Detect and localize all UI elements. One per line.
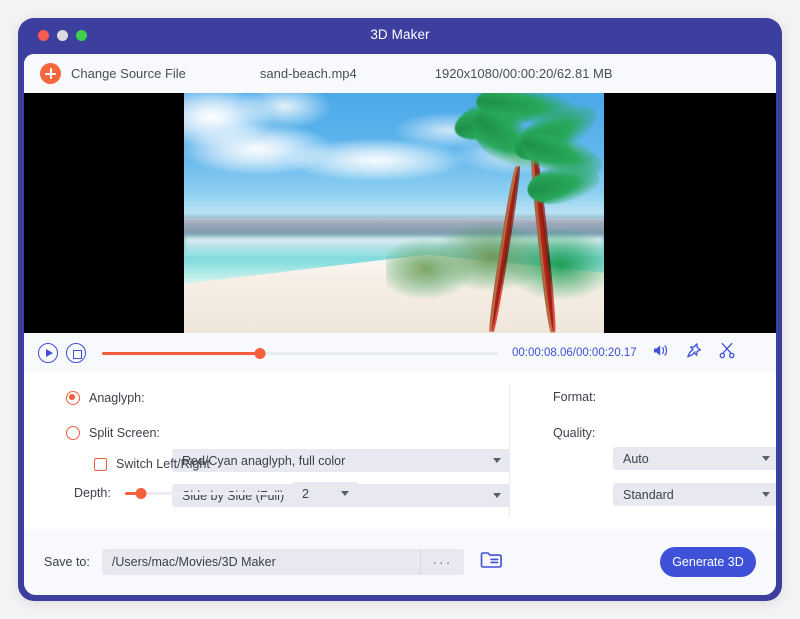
format-select[interactable]: Auto — [613, 447, 776, 470]
play-circle-icon[interactable] — [38, 343, 58, 363]
depth-select[interactable]: 2 — [292, 482, 358, 505]
anaglyph-row: Anaglyph: — [66, 391, 145, 405]
time-display: 00:00:08.06/00:00:20.17 — [512, 347, 637, 359]
player-controls: 00:00:08.06/00:00:20.17 — [24, 333, 776, 373]
source-file-meta: 1920x1080/00:00:20/62.81 MB — [434, 66, 613, 81]
volume-icon[interactable] — [653, 343, 670, 363]
window-body: Change Source File sand-beach.mp4 1920x1… — [24, 54, 776, 595]
settings-panel: Anaglyph: Red/Cyan anaglyph, full color … — [24, 373, 776, 529]
depth-row: Depth: — [74, 486, 291, 500]
seek-fill — [102, 352, 261, 355]
plus-circle-icon[interactable] — [40, 63, 61, 84]
depth-slider[interactable] — [124, 487, 291, 499]
video-frame — [184, 93, 604, 333]
stop-circle-icon[interactable] — [66, 343, 86, 363]
source-file-name: sand-beach.mp4 — [259, 66, 357, 81]
seek-thumb[interactable] — [254, 348, 266, 359]
depth-track — [124, 492, 291, 495]
bottom-bar: Save to: /Users/mac/Movies/3D Maker ··· … — [24, 529, 776, 595]
chevron-down-icon — [493, 458, 501, 463]
window-title: 3D Maker — [370, 27, 430, 42]
switch-lr-row: Switch Left/Right — [94, 457, 210, 471]
quality-value: Standard — [623, 487, 674, 502]
scissors-icon[interactable] — [719, 342, 735, 364]
quality-row: Quality: — [553, 426, 595, 440]
anaglyph-select[interactable]: Red/Cyan anaglyph, full color — [172, 449, 510, 472]
chevron-down-icon — [341, 491, 349, 496]
folder-icon[interactable] — [480, 550, 502, 574]
browse-button[interactable]: ··· — [419, 549, 464, 575]
source-bar: Change Source File sand-beach.mp4 1920x1… — [24, 54, 776, 93]
anaglyph-radio[interactable] — [66, 391, 80, 405]
generate-3d-button[interactable]: Generate 3D — [660, 547, 756, 577]
app-window: 3D Maker Change Source File sand-beach.m… — [18, 18, 782, 601]
video-preview[interactable] — [24, 93, 776, 333]
format-row: Format: — [553, 390, 596, 404]
save-path-input[interactable]: /Users/mac/Movies/3D Maker ··· — [101, 549, 464, 575]
save-to-label: Save to: — [44, 555, 90, 569]
snapshot-pin-icon[interactable] — [686, 342, 703, 364]
change-source-file-button[interactable]: Change Source File — [71, 66, 186, 81]
format-value: Auto — [623, 451, 649, 466]
split-screen-radio[interactable] — [66, 426, 80, 440]
chevron-down-icon — [762, 456, 770, 461]
switch-left-right-checkbox[interactable] — [94, 457, 107, 471]
format-label: Format: — [553, 390, 597, 404]
chevron-down-icon — [493, 493, 501, 498]
split-screen-label: Split Screen: — [89, 426, 160, 440]
depth-value: 2 — [302, 486, 309, 501]
depth-label: Depth: — [74, 486, 111, 500]
chevron-down-icon — [762, 492, 770, 497]
anaglyph-label: Anaglyph: — [89, 391, 145, 405]
palm-trunk-a-ghost — [489, 165, 522, 333]
switch-left-right-label: Switch Left/Right — [116, 457, 210, 471]
palm-tree-group — [411, 93, 604, 333]
quality-label: Quality: — [553, 426, 596, 440]
split-screen-row: Split Screen: — [66, 426, 160, 440]
title-bar: 3D Maker — [18, 18, 782, 54]
quality-select[interactable]: Standard — [613, 483, 776, 506]
seek-slider[interactable] — [102, 346, 498, 360]
save-path-value: /Users/mac/Movies/3D Maker — [111, 555, 276, 569]
depth-thumb[interactable] — [135, 488, 147, 499]
